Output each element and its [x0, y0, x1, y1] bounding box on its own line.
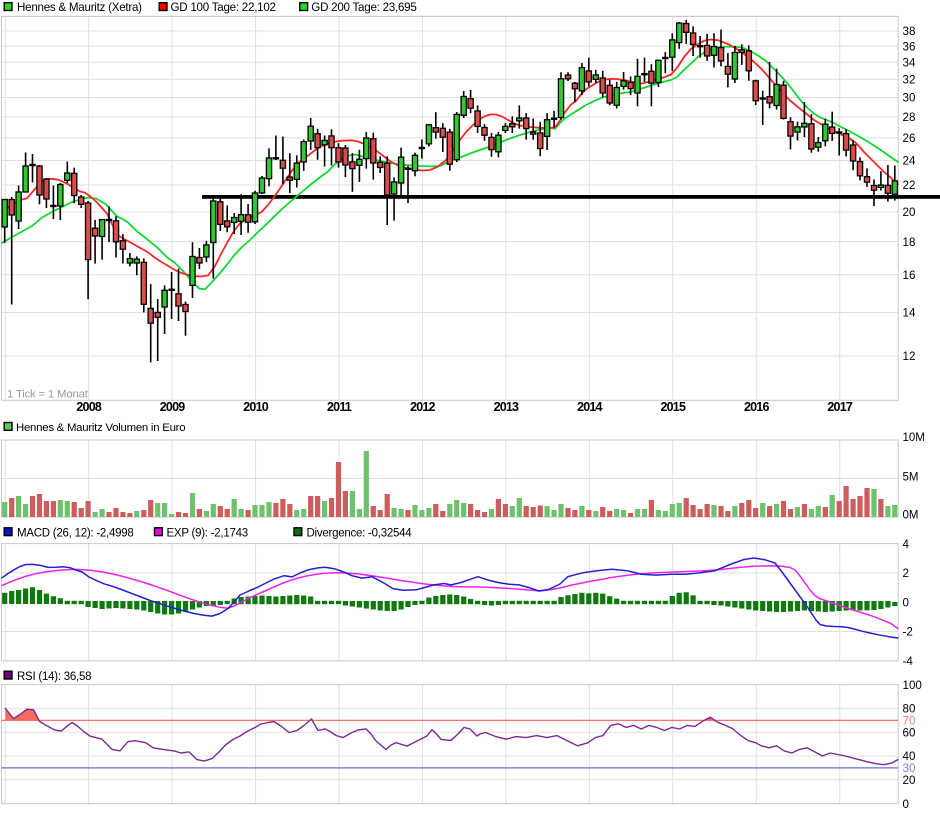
- svg-text:Divergence: -0,32544: Divergence: -0,32544: [307, 528, 413, 540]
- svg-text:GD 100 Tage: 22,102: GD 100 Tage: 22,102: [171, 1, 276, 14]
- svg-text:12: 12: [903, 350, 916, 363]
- svg-text:2010: 2010: [243, 400, 268, 414]
- svg-text:100: 100: [903, 679, 922, 692]
- svg-text:14: 14: [903, 307, 916, 320]
- svg-text:-2: -2: [903, 626, 913, 639]
- svg-text:36: 36: [903, 40, 916, 53]
- svg-text:20: 20: [903, 206, 916, 219]
- svg-text:60: 60: [903, 726, 916, 739]
- svg-text:30: 30: [903, 92, 916, 105]
- svg-text:26: 26: [903, 132, 916, 145]
- svg-text:0M: 0M: [903, 510, 919, 522]
- svg-text:2014: 2014: [577, 400, 602, 414]
- svg-text:2017: 2017: [827, 400, 852, 414]
- svg-text:GD 200 Tage: 23,695: GD 200 Tage: 23,695: [311, 1, 416, 14]
- svg-text:2: 2: [903, 567, 909, 580]
- svg-text:-4: -4: [903, 655, 914, 668]
- svg-text:2013: 2013: [494, 400, 519, 414]
- svg-text:38: 38: [903, 25, 916, 38]
- svg-text:28: 28: [903, 111, 916, 124]
- svg-text:5M: 5M: [903, 472, 919, 484]
- svg-text:24: 24: [903, 155, 916, 168]
- svg-text:2012: 2012: [410, 400, 435, 414]
- svg-text:22: 22: [903, 179, 916, 192]
- svg-text:0: 0: [903, 798, 909, 811]
- svg-text:MACD (26, 12): -2,4998: MACD (26, 12): -2,4998: [17, 528, 134, 540]
- svg-text:34: 34: [903, 56, 916, 69]
- svg-text:4: 4: [903, 538, 910, 551]
- svg-text:EXP (9): -2,1743: EXP (9): -2,1743: [167, 528, 248, 540]
- svg-text:Hennes & Mauritz (Xetra): Hennes & Mauritz (Xetra): [17, 1, 142, 14]
- svg-text:2009: 2009: [160, 400, 185, 414]
- svg-text:2016: 2016: [744, 400, 769, 414]
- svg-text:Hennes & Mauritz Volumen in Eu: Hennes & Mauritz Volumen in Euro: [16, 422, 185, 434]
- svg-text:2008: 2008: [76, 400, 101, 414]
- svg-text:RSI (14): 36,58: RSI (14): 36,58: [17, 671, 91, 683]
- svg-text:0: 0: [903, 596, 909, 609]
- svg-text:18: 18: [903, 236, 916, 249]
- svg-text:32: 32: [903, 74, 916, 87]
- svg-text:10M: 10M: [903, 432, 925, 444]
- svg-text:16: 16: [903, 269, 916, 282]
- svg-text:2015: 2015: [660, 400, 685, 414]
- svg-text:20: 20: [903, 774, 916, 787]
- svg-text:2011: 2011: [327, 400, 352, 414]
- svg-text:1 Tick = 1 Monat: 1 Tick = 1 Monat: [7, 389, 89, 401]
